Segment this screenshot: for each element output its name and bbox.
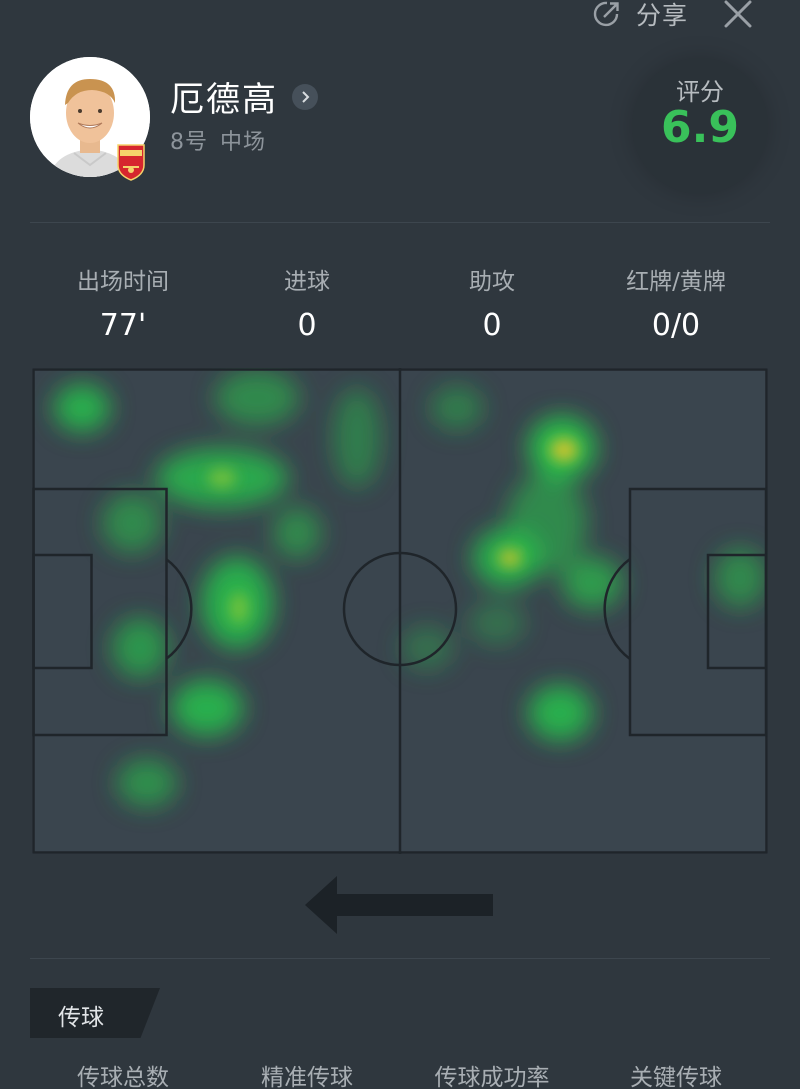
stat-value: 0 bbox=[297, 308, 317, 343]
player-name-row[interactable]: 厄德高 bbox=[170, 72, 318, 121]
stat-label: 红牌/黄牌 bbox=[626, 269, 726, 295]
share-button[interactable]: 分享 bbox=[590, 0, 688, 32]
stat-value: 77' bbox=[99, 308, 147, 343]
player-detail-button[interactable] bbox=[292, 83, 318, 110]
stat-label: 进球 bbox=[284, 269, 330, 295]
stat-label: 助攻 bbox=[469, 269, 515, 295]
club-badge-icon bbox=[117, 144, 145, 181]
player-header: 厄德高 8号 中场 评分 6.9 bbox=[0, 52, 800, 222]
stat-value: 0/0 bbox=[651, 308, 701, 343]
heatmap-svg bbox=[32, 368, 768, 854]
rating-value: 6.9 bbox=[661, 102, 739, 153]
stat-assists: 助攻 0 bbox=[392, 262, 592, 343]
tab-pass-label: 传球 bbox=[58, 1005, 104, 1031]
share-icon bbox=[593, 1, 619, 27]
player-position: 中场 bbox=[220, 130, 267, 155]
stat-minutes: 出场时间 77' bbox=[23, 262, 223, 343]
rating-badge: 评分 6.9 bbox=[632, 58, 768, 194]
top-actions: 分享 bbox=[590, 0, 754, 34]
close-icon[interactable] bbox=[722, 0, 754, 30]
stat-value: 0 bbox=[482, 308, 502, 343]
heatmap-pitch bbox=[32, 368, 768, 854]
stat-cards: 红牌/黄牌 0/0 bbox=[576, 262, 776, 343]
player-avatar-wrap[interactable] bbox=[30, 57, 150, 181]
pass-header-total: 传球总数 bbox=[77, 1065, 169, 1089]
tab-pass[interactable]: 传球 bbox=[30, 988, 160, 1038]
pass-header-key-passes: 关键传球 bbox=[630, 1065, 722, 1089]
divider bbox=[30, 958, 770, 959]
divider bbox=[30, 222, 770, 223]
player-number: 8号 bbox=[170, 130, 208, 155]
share-label: 分享 bbox=[635, 1, 688, 30]
player-stats-screen: 分享 厄德高 8号 中场 评分 6.9 出场时间 77' 进球 0 助攻 0 红… bbox=[0, 0, 800, 1089]
player-name: 厄德高 bbox=[170, 80, 278, 120]
chevron-right-icon bbox=[302, 90, 310, 103]
pass-header-success-rate: 传球成功率 bbox=[434, 1065, 550, 1089]
attack-direction-arrow-icon bbox=[305, 876, 493, 934]
player-subtitle: 8号 中场 bbox=[170, 124, 278, 156]
stat-goals: 进球 0 bbox=[207, 262, 407, 343]
pass-header-accurate: 精准传球 bbox=[261, 1065, 353, 1089]
stat-label: 出场时间 bbox=[77, 269, 169, 295]
